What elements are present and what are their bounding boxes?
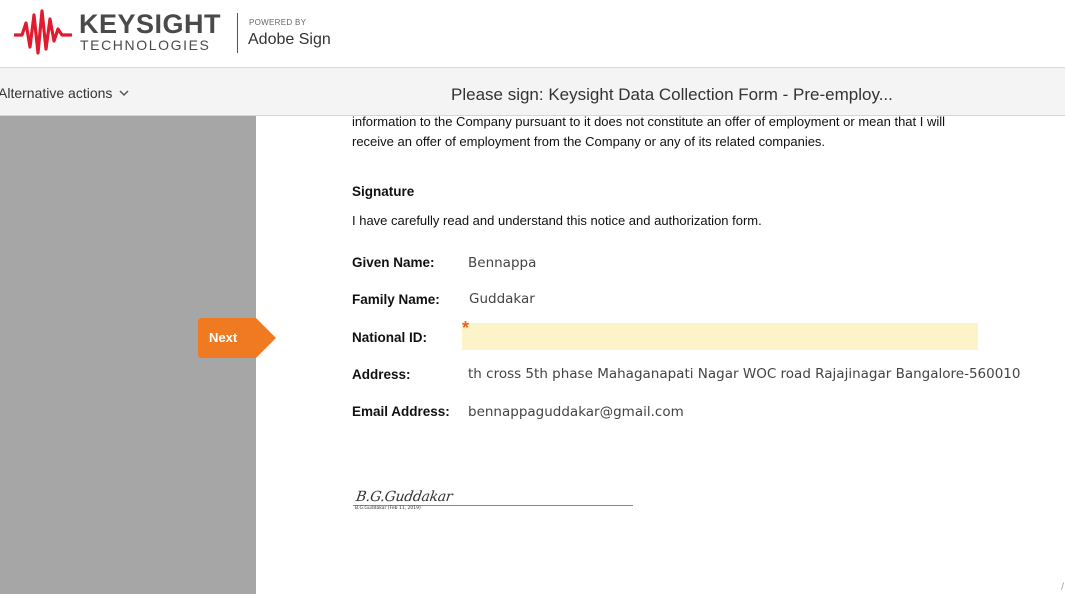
brand-subtitle: TECHNOLOGIES [80,37,211,53]
header-divider [237,13,238,53]
acknowledgement-text: I have carefully read and understand thi… [352,213,762,228]
email-label: Email Address: [352,404,450,419]
given-name-label: Given Name: [352,255,435,270]
national-id-label: National ID: [352,330,428,345]
alternative-actions-menu[interactable]: Alternative actions [0,85,130,101]
address-label: Address: [352,367,411,382]
alternative-actions-label: Alternative actions [0,85,113,101]
powered-by-label: POWERED BY [249,18,307,27]
paragraph-line: receive an offer of employment from the … [352,134,826,149]
paragraph-line: information to the Company pursuant to i… [352,114,946,129]
corner-mark: / [1061,582,1065,592]
national-id-field[interactable] [462,323,978,350]
family-name-value: Guddakar [469,291,535,307]
next-label: Next [209,330,238,345]
signature-image: B.G.Guddakar [354,489,454,505]
brand-name: KEYSIGHT [79,9,222,39]
chevron-down-icon [119,90,129,97]
action-bar: Alternative actions Please sign: Keysigh… [0,68,1065,116]
required-marker: * [462,318,470,338]
email-value: bennappaguddakar@gmail.com [468,404,684,420]
next-field-button[interactable]: Next [198,318,276,358]
top-header: KEYSIGHT TECHNOLOGIES POWERED BY Adobe S… [0,0,1065,68]
product-name: Adobe Sign [248,31,331,48]
given-name-value: Bennappa [468,255,537,271]
document-title: Please sign: Keysight Data Collection Fo… [451,85,893,104]
signature-heading: Signature [352,184,415,199]
keysight-logo-icon [14,9,72,55]
signature-caption: B.G.Guddakar (Feb 11, 2019) [355,506,421,511]
family-name-label: Family Name: [352,292,440,307]
address-value: th cross 5th phase Mahaganapati Nagar WO… [468,366,1021,382]
